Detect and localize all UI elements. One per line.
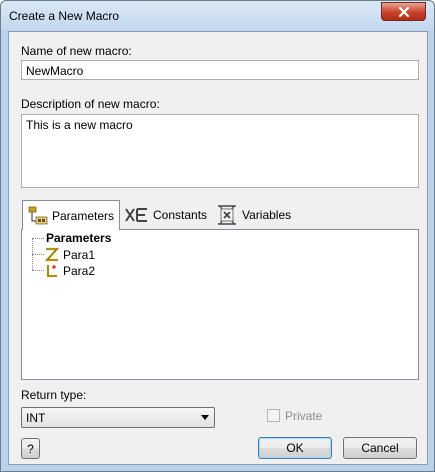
private-label: Private xyxy=(285,409,323,423)
tab-label: Constants xyxy=(153,208,208,222)
chevron-down-icon xyxy=(201,415,209,420)
tree-root-label: Parameters xyxy=(46,231,112,245)
tree-connector xyxy=(32,238,44,239)
return-type-value: INT xyxy=(26,411,46,425)
tab-parameters[interactable]: Parameters xyxy=(22,200,120,230)
help-button[interactable]: ? xyxy=(21,438,40,459)
tree-connector xyxy=(32,254,44,255)
dialog-window: Create a New Macro Name of new macro: Ne… xyxy=(0,0,435,472)
dialog-client: Name of new macro: NewMacro Description … xyxy=(8,31,428,465)
variables-icon xyxy=(218,205,236,225)
close-icon xyxy=(398,6,409,17)
tree-item-label: Para2 xyxy=(63,263,96,278)
cancel-button[interactable]: Cancel xyxy=(343,437,417,459)
macro-name-input[interactable]: NewMacro xyxy=(21,60,419,80)
ok-button[interactable]: OK xyxy=(258,437,332,459)
tree-item-para1[interactable]: Para1 xyxy=(44,247,95,262)
constants-icon xyxy=(125,208,147,222)
tab-constants[interactable]: Constants xyxy=(122,202,212,228)
tab-label: Parameters xyxy=(52,208,115,223)
window-title: Create a New Macro xyxy=(9,9,120,23)
tree-item-label: Para1 xyxy=(63,247,96,262)
private-checkbox[interactable] xyxy=(267,409,280,422)
title-bar[interactable]: Create a New Macro xyxy=(1,1,434,31)
tab-variables[interactable]: Variables xyxy=(214,202,299,228)
tree-connector xyxy=(32,270,44,271)
close-button[interactable] xyxy=(381,2,426,21)
tree-root-parameters[interactable]: Parameters xyxy=(46,231,111,245)
return-type-select[interactable]: INT xyxy=(21,407,215,428)
tab-pane: Parameters Para1 Para2 xyxy=(21,229,419,380)
macro-description-input[interactable]: This is a new macro xyxy=(21,114,419,188)
z-type-icon xyxy=(44,247,60,262)
tree-item-para2[interactable]: Para2 xyxy=(44,263,95,278)
description-label: Description of new macro: xyxy=(21,97,160,111)
parameters-icon xyxy=(28,206,48,224)
name-label: Name of new macro: xyxy=(21,44,132,58)
l-type-icon xyxy=(46,265,57,278)
return-type-label: Return type: xyxy=(21,388,87,402)
tab-label: Variables xyxy=(242,208,292,222)
